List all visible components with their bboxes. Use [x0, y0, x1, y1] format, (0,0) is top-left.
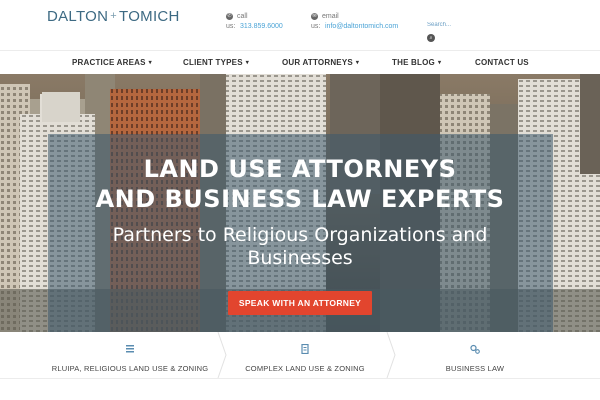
brand-logo[interactable]: DALTON + TOMICH [47, 8, 180, 25]
services-strip: RLUIPA, RELIGIOUS LAND USE & ZONING COMP… [0, 332, 600, 400]
lines-icon [125, 344, 135, 354]
phone-number-link[interactable]: 313.859.6000 [240, 22, 283, 32]
nav-item-label: OUR ATTORNEYS [282, 58, 353, 67]
search-input[interactable] [427, 20, 477, 30]
bottom-divider [0, 378, 600, 379]
nav-item-label: THE BLOG [392, 58, 435, 67]
contact-call: ✆ call us: 313.859.6000 [226, 13, 296, 35]
hero-headline-line-2: AND BUSINESS LAW EXPERTS [95, 185, 505, 213]
hero-subhead-line-2: Businesses [247, 247, 353, 269]
call-prefix: us: [226, 23, 236, 30]
search-icon[interactable]: ⌕ [427, 34, 435, 42]
service-rluipa[interactable]: RLUIPA, RELIGIOUS LAND USE & ZONING [30, 332, 230, 378]
hero-headline-line-1: LAND USE ATTORNEYS [143, 155, 457, 183]
contact-email: ✉ email us: info@daltontomich.com [311, 13, 411, 35]
caret-down-icon: ▾ [148, 60, 152, 66]
phone-icon: ✆ [226, 13, 233, 20]
nav-item-client-types[interactable]: CLIENT TYPES ▾ [183, 51, 249, 75]
document-icon [300, 343, 310, 355]
page: DALTON + TOMICH ✆ call us: 313.859.6000 ✉ … [0, 0, 600, 400]
nav-item-our-attorneys[interactable]: OUR ATTORNEYS ▾ [282, 51, 359, 75]
site-header: DALTON + TOMICH ✆ call us: 313.859.6000 ✉ … [0, 0, 600, 50]
email-label: email [322, 13, 339, 20]
hero-subhead-line-1: Partners to Religious Organizations and [112, 224, 488, 246]
email-link[interactable]: info@daltontomich.com [325, 22, 398, 32]
brand-name-left: DALTON [47, 8, 109, 25]
caret-down-icon: ▾ [355, 60, 360, 66]
nav-item-practice-areas[interactable]: PRACTICE AREAS ▾ [72, 51, 152, 75]
nav-item-contact-us[interactable]: CONTACT US [475, 51, 529, 75]
brand-plus: + [110, 10, 117, 22]
nav-item-label: PRACTICE AREAS [72, 58, 146, 67]
search-form: ⌕ [427, 20, 487, 46]
speak-with-attorney-button[interactable]: SPEAK WITH AN ATTORNEY [228, 291, 372, 315]
service-complex-land-use[interactable]: COMPLEX LAND USE & ZONING [210, 332, 400, 378]
service-label: BUSINESS LAW [445, 364, 505, 373]
call-label: call [237, 13, 248, 20]
gears-icon [470, 344, 480, 354]
main-nav: PRACTICE AREAS ▾ CLIENT TYPES ▾ OUR ATTORN… [0, 50, 600, 74]
caret-down-icon: ▾ [245, 60, 249, 66]
envelope-icon: ✉ [311, 13, 318, 20]
service-label: RLUIPA, RELIGIOUS LAND USE & ZONING [51, 364, 209, 373]
hero-banner: LAND USE ATTORNEYS AND BUSINESS LAW EXPE… [0, 74, 600, 332]
nav-item-label: CONTACT US [475, 58, 529, 67]
nav-item-the-blog[interactable]: THE BLOG ▾ [392, 51, 441, 75]
service-label: COMPLEX LAND USE & ZONING [245, 364, 365, 373]
nav-item-label: CLIENT TYPES [183, 58, 243, 67]
caret-down-icon: ▾ [437, 60, 442, 66]
brand-name-right: TOMICH [119, 8, 180, 25]
service-business-law[interactable]: BUSINESS LAW [395, 332, 555, 378]
email-prefix: us: [311, 23, 321, 30]
